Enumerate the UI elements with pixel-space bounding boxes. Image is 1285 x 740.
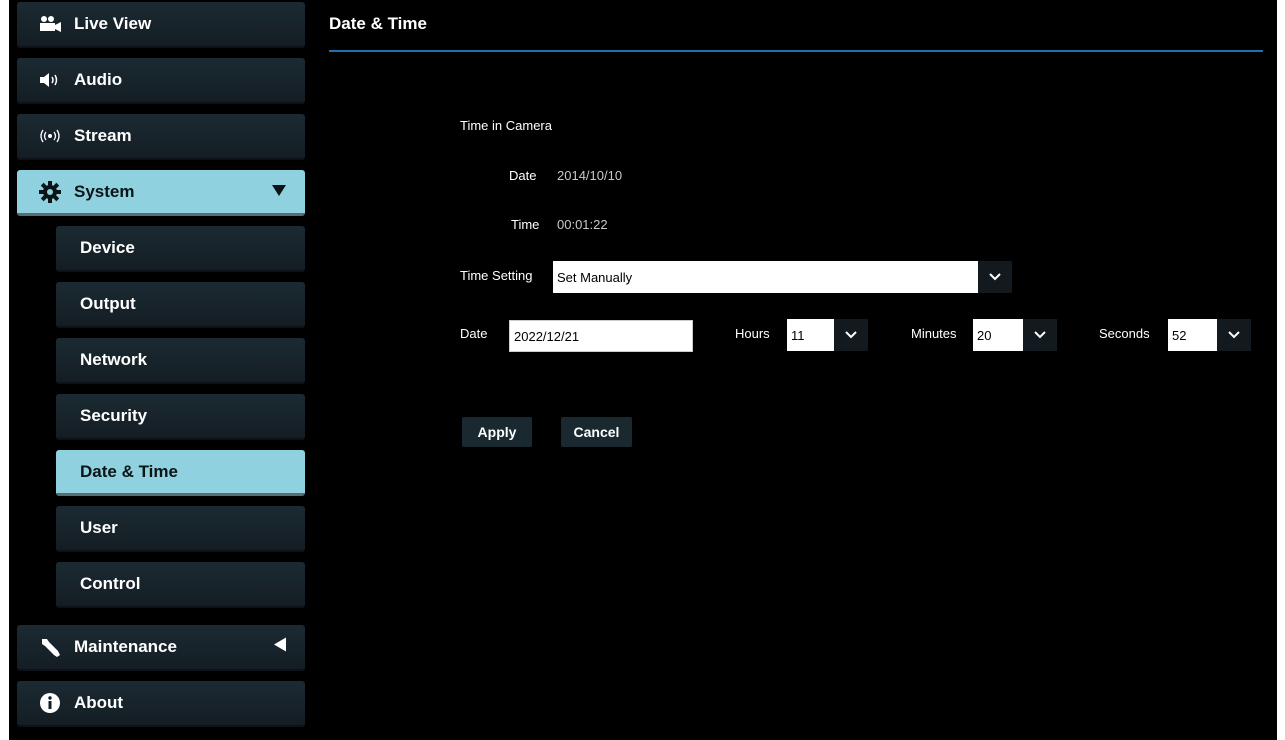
- minutes-value: 20: [977, 327, 992, 343]
- seconds-label: Seconds: [1099, 326, 1150, 341]
- sidebar-item-device[interactable]: Device: [56, 226, 305, 272]
- nav-label: Maintenance: [74, 637, 177, 656]
- speaker-icon: [37, 70, 63, 90]
- time-setting-label: Time Setting: [460, 268, 533, 283]
- nav-label: About: [74, 693, 124, 712]
- date-input[interactable]: 2022/12/21: [509, 320, 693, 352]
- hours-value: 11: [791, 327, 805, 343]
- chevron-down-icon: [834, 319, 868, 351]
- nav-item-maintenance[interactable]: Maintenance: [17, 625, 305, 671]
- nav-item-stream[interactable]: Stream: [17, 114, 305, 160]
- page-title: Date & Time: [329, 14, 427, 33]
- date-label: Date: [460, 326, 488, 341]
- chevron-down-icon: [1023, 319, 1057, 351]
- hours-label: Hours: [735, 326, 770, 341]
- nav-sub-label: Control: [80, 574, 141, 593]
- sidebar-item-security[interactable]: Security: [56, 394, 305, 440]
- nav-item-audio[interactable]: Audio: [17, 58, 305, 104]
- gear-icon: [37, 180, 63, 203]
- sidebar-item-user[interactable]: User: [56, 506, 305, 552]
- broadcast-icon: [37, 126, 63, 146]
- chevron-down-icon: [978, 261, 1012, 293]
- wrench-icon: [37, 637, 63, 657]
- triangle-down-icon: [271, 182, 287, 202]
- nav-sub-label: User: [80, 518, 118, 537]
- seconds-select[interactable]: 52: [1168, 319, 1251, 351]
- nav-sub-label: Output: [80, 294, 136, 313]
- video-camera-icon: [37, 14, 63, 34]
- hours-select[interactable]: 11: [787, 319, 868, 351]
- nav-item-about[interactable]: About: [17, 681, 305, 727]
- sidebar-item-network[interactable]: Network: [56, 338, 305, 384]
- nav-sub-label: Date & Time: [80, 461, 178, 481]
- time-setting-value: Set Manually: [557, 269, 633, 285]
- nav-label: Audio: [74, 70, 123, 89]
- nav-sub-label: Security: [80, 406, 148, 425]
- seconds-value: 52: [1172, 327, 1187, 343]
- sidebar-item-output[interactable]: Output: [56, 282, 305, 328]
- camera-date-value: 2014/10/10: [557, 168, 623, 183]
- nav-item-live-view[interactable]: Live View: [17, 2, 305, 48]
- header-divider: [329, 50, 1263, 52]
- nav-label: System: [74, 181, 135, 201]
- time-in-camera-label: Time in Camera: [460, 118, 552, 133]
- time-setting-select[interactable]: Set Manually: [553, 261, 1012, 293]
- nav-label: Stream: [74, 126, 132, 145]
- frame-border: [1276, 0, 1277, 740]
- minutes-select[interactable]: 20: [973, 319, 1057, 351]
- chevron-down-icon: [1217, 319, 1251, 351]
- camera-time-value: 00:01:22: [557, 217, 608, 232]
- nav-item-system[interactable]: System: [17, 170, 305, 216]
- camera-time-label: Time: [511, 217, 540, 232]
- triangle-left-icon: [273, 637, 287, 658]
- minutes-label: Minutes: [911, 326, 957, 341]
- info-icon: [37, 693, 63, 713]
- cancel-button[interactable]: Cancel: [561, 417, 632, 447]
- sidebar-item-date-time[interactable]: Date & Time: [56, 450, 305, 496]
- apply-button[interactable]: Apply: [462, 417, 532, 447]
- sidebar-item-control[interactable]: Control: [56, 562, 305, 608]
- nav-label: Live View: [74, 14, 152, 33]
- camera-date-label: Date: [509, 168, 537, 183]
- nav-sub-label: Device: [80, 238, 135, 257]
- nav-sub-label: Network: [80, 350, 148, 369]
